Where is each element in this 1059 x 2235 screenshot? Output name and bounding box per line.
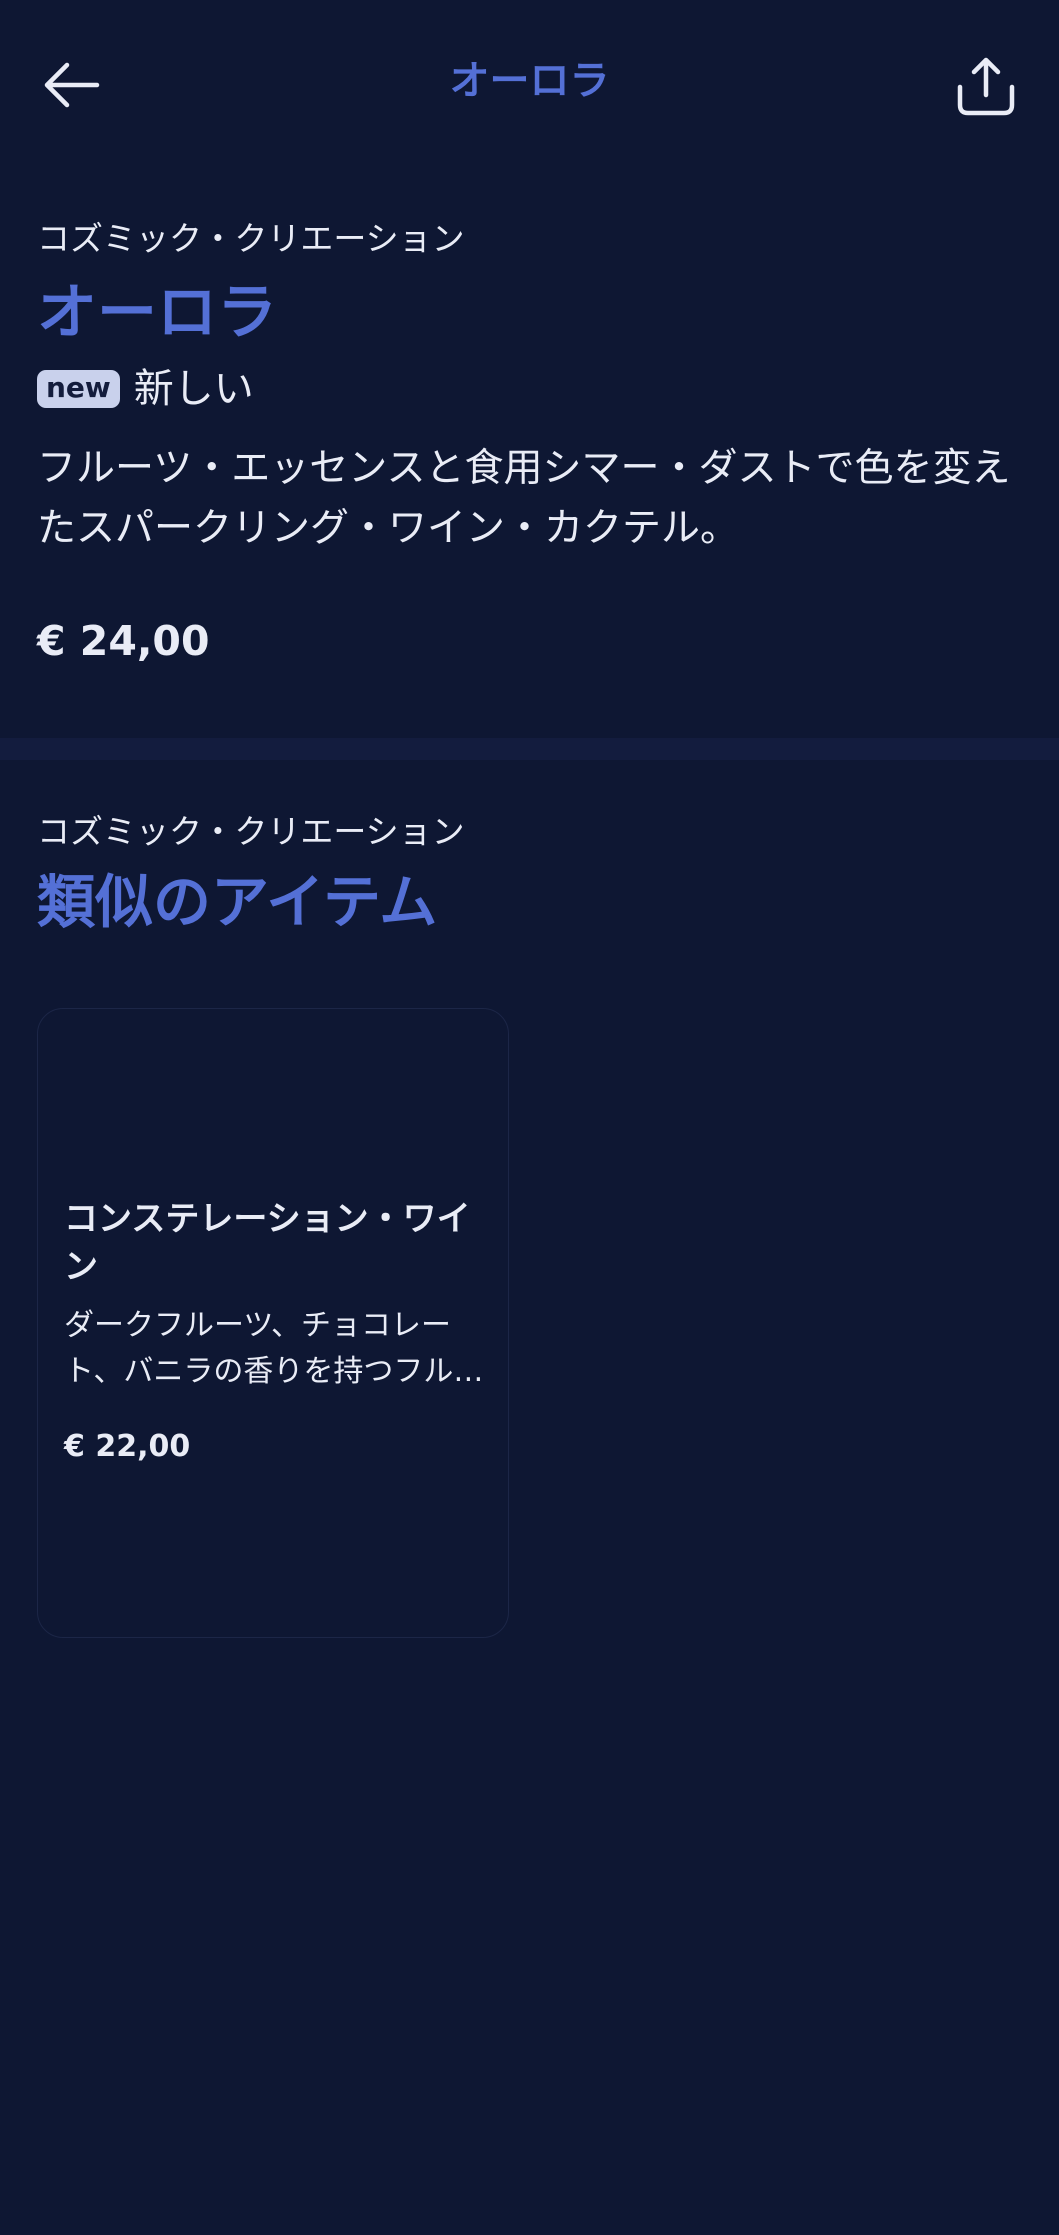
header-title: オーロラ (449, 58, 610, 104)
similar-category: コズミック・クリエーション (37, 812, 465, 851)
product-description: フルーツ・エッセンスと食用シマー・ダストで色を変えたスパークリング・ワイン・カク… (37, 446, 1011, 551)
product-category: コズミック・クリエーション (37, 219, 465, 258)
new-badge: new (37, 370, 120, 408)
card-item-name: コンステレーション・ワイン (64, 1199, 471, 1287)
badge-row: new 新しい (37, 361, 1027, 417)
top-bar: オーロラ (0, 0, 1059, 165)
card-item-description: ダークフルーツ、チョコレート、バニラの香りを持つフル… (64, 1308, 484, 1389)
product-price: € 24,00 (37, 617, 210, 665)
share-button[interactable] (950, 50, 1022, 122)
card-item-price: € 22,00 (64, 1429, 191, 1464)
share-icon (957, 57, 1015, 116)
new-badge-label: 新しい (133, 366, 254, 412)
product-details: コズミック・クリエーション オーロラ new 新しい フルーツ・エッセンスと食用… (37, 215, 1027, 671)
section-divider (0, 738, 1059, 760)
product-name: オーロラ (37, 278, 277, 348)
similar-items-section: コズミック・クリエーション 類似のアイテム (37, 808, 1027, 942)
similar-item-card[interactable]: コンステレーション・ワイン ダークフルーツ、チョコレート、バニラの香りを持つフル… (37, 1008, 509, 1638)
card-body: コンステレーション・ワイン ダークフルーツ、チョコレート、バニラの香りを持つフル… (64, 1195, 484, 1469)
similar-items-title: 類似のアイテム (37, 868, 438, 936)
